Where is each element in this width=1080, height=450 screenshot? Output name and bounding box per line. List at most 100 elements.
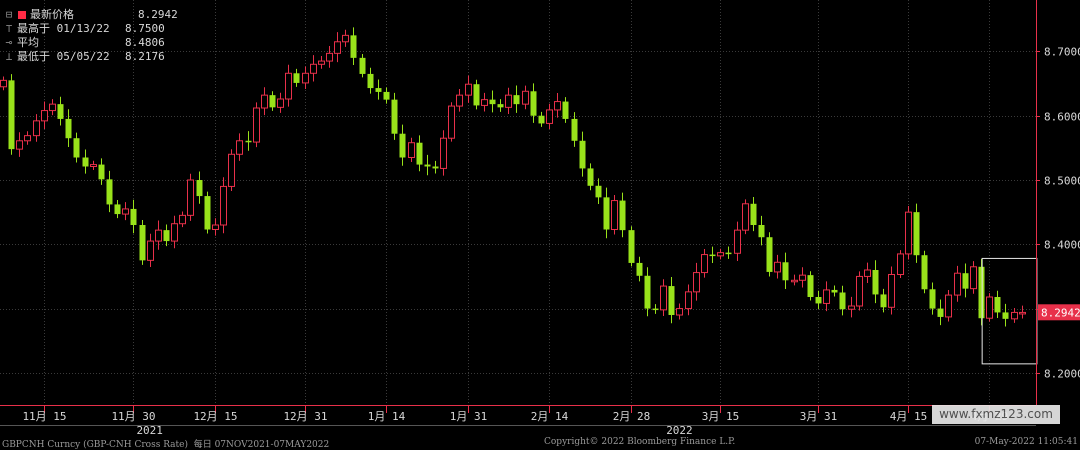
candle-body-down [782,262,789,281]
legend-low-label: 最低于 05/05/22 [17,50,110,63]
candle-body-down [57,104,64,119]
candle-body-down [815,297,822,304]
legend-high-value: 8.7500 [125,22,165,35]
candle-body-down [562,101,569,119]
candle-body-up [187,179,194,216]
candle-body-up [848,305,855,310]
candle-body-up [905,211,912,255]
candle-body-down [636,262,643,276]
candle-body-up [791,279,798,283]
candle-body-down [872,270,879,295]
candle-body-down [416,142,423,165]
candle-body-down [994,297,1001,313]
candle-body-up [212,224,219,230]
y-tick-label: 8.5000 [1044,175,1080,188]
candle-body-down [913,212,920,256]
candle-body-down [269,95,276,108]
y-tick-label: 8.7000 [1044,46,1080,59]
candle-body-up [717,252,724,257]
candle-body-up [1011,311,1018,320]
candle-body-down [489,99,496,105]
y-tick-label: 8.6000 [1044,111,1080,124]
legend-last-label: 最新价格 [30,8,74,21]
candle-body-down [595,185,602,198]
candle-body-down [766,237,773,272]
candle-body-up [448,105,455,139]
candle-body-down [978,266,985,319]
legend-avg: ⊸ 平均 8.4806 [4,36,178,50]
candle-body-down [432,166,439,169]
candle-body-down [579,140,586,169]
candle-body-down [628,230,635,263]
candle-body-down [391,99,398,134]
candle-body-down [831,289,838,293]
candle-body-up [693,272,700,293]
candle-body-up [456,94,463,107]
candle-body-up [155,229,162,242]
candle-body-up [611,200,618,230]
candle-body-down [750,203,757,225]
candle-body-down [530,91,537,116]
candle-body-up [302,72,309,84]
candle-body-up [465,83,472,96]
candle-body-down [196,180,203,197]
candle-body-down [245,140,252,143]
legend-last: ⊟ 最新价格 8.2942 [4,8,178,22]
candle-body-down [921,255,928,290]
candle-body-down [375,88,382,92]
footer-copyright: Copyright© 2022 Bloomberg Finance L.P. [544,437,736,447]
collapse-icon[interactable]: ⊟ [4,8,14,22]
candle-body-up [945,294,952,318]
candle-body-up [888,274,895,308]
candle-body-down [513,95,520,105]
candle-body-up [774,261,781,273]
candle-body-up [277,98,284,108]
candle-body-up [823,289,830,304]
candle-body-down [473,84,480,106]
candle-body-down [538,115,545,124]
candle-body-down [619,200,626,231]
y-tick-label: 8.2000 [1044,368,1080,381]
candle-body-down [937,308,944,317]
average-marker-icon: ⊸ [5,36,13,49]
x-tick-label: 11月 30 [111,410,155,423]
candle-body-up [986,296,993,319]
candle-body-down [293,73,300,83]
candle-body-down [880,294,887,308]
candle-body-down [98,164,105,180]
candle-body-up [481,99,488,106]
candle-body-up [897,253,904,276]
candle-body-down [65,118,72,139]
candle-body-up [171,223,178,242]
candle-body-up [49,103,56,112]
candle-body-up [799,274,806,281]
candle-body-down [1002,312,1009,319]
candle-body-up [228,153,235,187]
candle-body-up [685,291,692,310]
x-tick-label: 4月 15 [890,410,928,423]
candle-body-down [587,168,594,186]
legend-avg-label: 平均 [17,36,39,49]
candle-body-down [571,118,578,141]
candle-body-up [440,137,447,169]
candle-body-down [962,273,969,289]
candle-body-up [334,41,341,54]
candle-body-down [725,252,732,255]
candle-body-down [399,133,406,158]
candle-body-up [734,229,741,254]
candle-body-up [954,272,961,296]
candle-body-up [546,109,553,124]
x-tick-label: 12月 31 [283,410,327,423]
candle-body-up [261,94,268,109]
x-tick-label: 2月 14 [531,410,569,423]
legend-avg-value: 8.4806 [125,36,165,49]
candle-body-up [701,254,708,274]
legend: ⊟ 最新价格 8.2942 ⊤ 最高于 01/13/22 8.7500 ⊸ 平均… [4,8,178,64]
candle-body-down [139,225,146,261]
footer-timestamp: 07-May-2022 11:05:41 [974,437,1078,447]
candle-body-up [522,90,529,105]
legend-low: ⊥ 最低于 05/05/22 8.2176 [4,50,178,64]
candle-body-down [424,164,431,167]
candle-body-up [179,214,186,225]
candle-body-up [864,269,871,277]
